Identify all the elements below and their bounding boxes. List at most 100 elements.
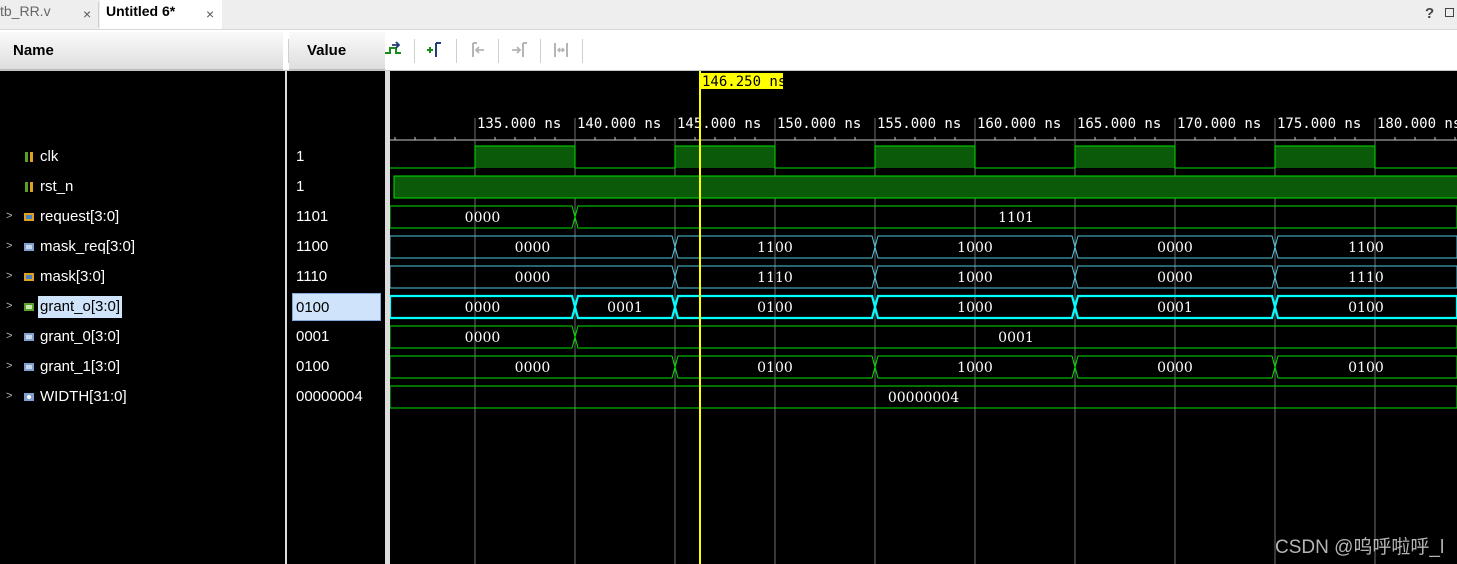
watermark: CSDN @呜呼啦呼_l — [1275, 537, 1445, 558]
name-column-label: Name — [13, 42, 54, 59]
clock-high-fill — [875, 146, 975, 168]
bit-signal-icon — [25, 182, 33, 192]
expand-chevron-icon[interactable]: > — [6, 270, 12, 282]
signal-row[interactable]: > grant_1[3:0] — [0, 352, 285, 382]
signal-name: clk — [40, 148, 59, 165]
signal-name: mask_req[3:0] — [40, 238, 136, 255]
next-marker-icon — [512, 42, 527, 57]
signal-row[interactable]: > request[3:0] — [0, 202, 285, 232]
signal-value-cell[interactable]: 00000004 — [287, 382, 385, 412]
signal-value: 0001 — [296, 328, 330, 345]
input-bus-icon — [24, 213, 34, 221]
bus-icon — [24, 333, 34, 341]
bus-value-label: 0000 — [465, 300, 501, 316]
close-icon[interactable]: × — [206, 3, 214, 25]
signal-value: 00000004 — [296, 388, 363, 405]
expand-chevron-icon[interactable]: > — [6, 210, 12, 222]
bus-value-label: 0000 — [515, 240, 551, 256]
bit-signal-icon — [25, 152, 33, 162]
toolbar-separator — [540, 39, 541, 63]
bus-value-label: 1100 — [757, 240, 793, 256]
bus-value-label: 0000 — [515, 270, 551, 286]
next-marker-button[interactable] — [507, 38, 531, 62]
signal-row[interactable]: > WIDTH[31:0] — [0, 382, 285, 412]
bus-value-label: 1000 — [957, 240, 993, 256]
signal-value-cell[interactable]: 1 — [287, 172, 385, 202]
bus-value-label: 1110 — [1348, 270, 1384, 286]
bus-icon — [24, 363, 34, 371]
expand-chevron-icon[interactable]: > — [6, 300, 12, 312]
bus-value-label: 0000 — [1157, 360, 1193, 376]
next-transition-icon — [385, 41, 401, 54]
bus-value-label: 1100 — [1348, 240, 1384, 256]
bus-icon — [24, 243, 34, 251]
time-tick-label: 160.000 ns — [977, 116, 1061, 132]
add-marker-icon — [427, 42, 441, 57]
previous-marker-icon — [472, 42, 484, 57]
expand-chevron-icon[interactable]: > — [6, 390, 12, 402]
bus-value-label: 1000 — [957, 300, 993, 316]
signal-row[interactable]: rst_n — [0, 172, 285, 202]
time-tick-label: 170.000 ns — [1177, 116, 1261, 132]
output-bus-icon — [24, 303, 34, 311]
bus-value-label: 0001 — [998, 330, 1034, 346]
signal-value-cell[interactable]: 1 — [287, 142, 385, 172]
signal-value: 0100 — [296, 358, 330, 375]
bus-value-label: 0000 — [465, 210, 501, 226]
restore-window-icon[interactable] — [1445, 8, 1454, 17]
waveform-panel[interactable]: 135.000 ns 140.000 ns 145.000 ns 150.000 ns… — [390, 71, 1457, 564]
signal-value: 1100 — [296, 238, 329, 255]
signal-row[interactable]: clk — [0, 142, 285, 172]
add-marker-button[interactable] — [423, 38, 447, 62]
bus-value-label: 0100 — [757, 300, 793, 316]
signal-value-cell[interactable]: 1101 — [287, 202, 385, 232]
signal-value-cell[interactable]: 0001 — [287, 322, 385, 352]
clock-high-fill — [1275, 146, 1375, 168]
signal-value: 1110 — [296, 268, 328, 285]
signal-name: grant_1[3:0] — [40, 358, 121, 375]
bus-value-label: 1101 — [998, 210, 1034, 226]
previous-marker-button[interactable] — [465, 38, 489, 62]
value-column-header[interactable]: Value — [289, 32, 385, 70]
signal-value-cell[interactable]: 0100 — [292, 293, 381, 321]
expand-chevron-icon[interactable]: > — [6, 240, 12, 252]
bus-value-label: 0000 — [1157, 240, 1193, 256]
expand-chevron-icon[interactable]: > — [6, 360, 12, 372]
signal-row[interactable]: > mask[3:0] — [0, 262, 285, 292]
signal-value: 1101 — [296, 208, 329, 225]
help-icon[interactable]: ? — [1425, 5, 1434, 22]
editor-tab-bar: tb_RR.v × Untitled 6* × ? — [0, 0, 1457, 30]
bus-value-label: 0001 — [1157, 300, 1193, 316]
signal-name: grant_0[3:0] — [40, 328, 121, 345]
bus-value-label: 00000004 — [888, 390, 959, 406]
signal-row[interactable]: > mask_req[3:0] — [0, 232, 285, 262]
bus-value-label: 0100 — [757, 360, 793, 376]
waveform-canvas[interactable]: 135.000 ns 140.000 ns 145.000 ns 150.000 ns… — [390, 71, 1457, 564]
tab-tb-rr-v[interactable]: tb_RR.v × — [0, 0, 98, 29]
bus-value-label: 0100 — [1348, 360, 1384, 376]
signal-value-cell[interactable]: 0100 — [287, 352, 385, 382]
signal-row[interactable]: > grant_0[3:0] — [0, 322, 285, 352]
name-column-header[interactable]: Name — [0, 32, 283, 70]
parameter-bus-icon — [24, 393, 34, 401]
time-tick-label: 175.000 ns — [1277, 116, 1361, 132]
toolbar-separator — [456, 39, 457, 63]
time-tick-label: 165.000 ns — [1077, 116, 1161, 132]
value-column-label: Value — [307, 42, 347, 59]
bus-value-label: 0000 — [515, 360, 551, 376]
signal-value-cell[interactable]: 1110 — [287, 262, 385, 292]
toolbar-separator — [414, 39, 415, 63]
tab-divider — [98, 2, 99, 27]
close-icon[interactable]: × — [83, 3, 91, 25]
time-tick-label: 135.000 ns — [477, 116, 561, 132]
tab-untitled-6[interactable]: Untitled 6* × — [100, 0, 222, 29]
signal-name: rst_n — [40, 178, 74, 195]
signal-name: grant_o[3:0] — [38, 296, 123, 318]
signal-row[interactable]: > grant_o[3:0] — [0, 292, 285, 322]
rst_n-waveform[interactable] — [393, 175, 1457, 199]
expand-chevron-icon[interactable]: > — [6, 330, 12, 342]
swap-cursors-button[interactable] — [549, 38, 573, 62]
time-tick-label: 140.000 ns — [577, 116, 661, 132]
signal-value-cell[interactable]: 1100 — [287, 232, 385, 262]
bus-value-label: 0001 — [607, 300, 643, 316]
